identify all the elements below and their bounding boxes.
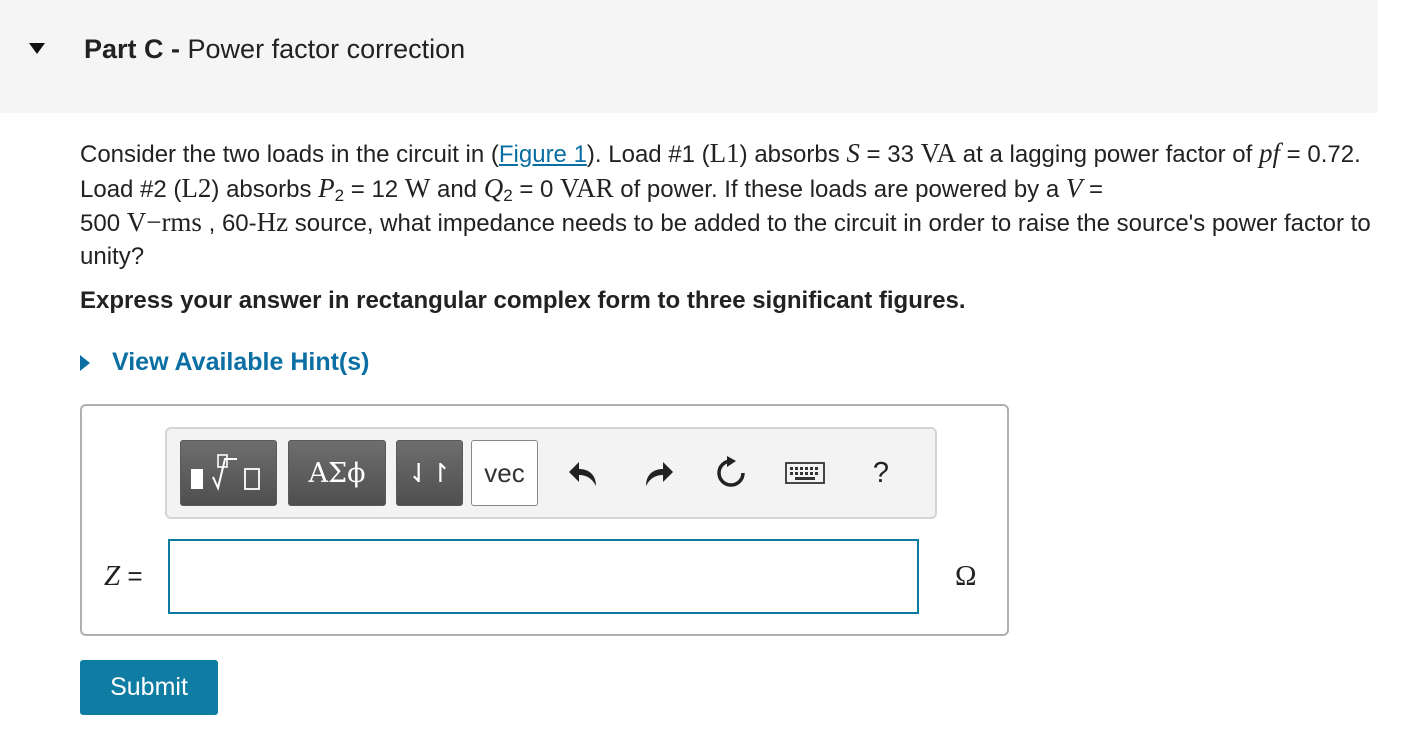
undo-icon[interactable] [564,453,604,493]
problem-text: , 60- [201,210,257,237]
reset-icon[interactable] [711,453,751,493]
keyboard-icon[interactable] [780,453,830,493]
answer-variable-label: Z = [104,560,143,593]
problem-text: at a lagging power factor of [956,141,1259,168]
vector-button[interactable]: vec [471,440,538,506]
problem-text: Consider the two loads in the circuit in… [80,141,499,168]
math-toolbar: ΑΣϕ ⇃↾ vec ? [165,427,937,519]
math-var: VAR [560,172,614,203]
answer-instruction: Express your answer in rectangular compl… [80,287,966,314]
figure-link[interactable]: Figure 1 [499,141,587,168]
math-q: Q [483,172,504,203]
math-s: S [846,138,860,168]
part-separator: - [163,34,188,64]
view-hints-toggle[interactable]: View Available Hint(s) [80,348,369,377]
templates-button[interactable] [180,440,277,506]
problem-text: = 0 [512,175,561,203]
math-w: W [404,172,431,203]
problem-statement: Consider the two loads in the circuit in… [80,137,1380,273]
expand-triangle-icon [80,354,90,371]
submit-button[interactable]: Submit [80,660,218,715]
math-va: VA [920,138,957,168]
help-button[interactable]: ? [861,453,901,493]
equals-sign: = [120,561,143,591]
math-hz: Hz [256,207,289,237]
problem-text: = [1082,175,1104,203]
part-name: Power factor correction [187,34,466,64]
unit-ohm: Ω [955,560,977,592]
collapse-triangle-icon[interactable] [29,43,45,54]
problem-text: = 33 [859,141,921,168]
hint-label: View Available Hint(s) [112,348,370,376]
math-pf: pf [1259,138,1281,168]
greek-symbols-button[interactable]: ΑΣϕ [288,440,386,506]
part-label: Part C [84,34,164,64]
problem-text: of power. If these loads are powered by … [613,175,1066,203]
part-header[interactable]: Part C - Power factor correction [0,0,1378,113]
arrows-button[interactable]: ⇃↾ [396,440,463,506]
math-v: V [1065,172,1083,203]
problem-text: 500 [80,210,127,237]
problem-text: and [430,175,484,203]
math-q-sub: 2 [503,185,513,205]
problem-text: = 12 [344,175,405,203]
problem-text: ) absorbs [739,141,847,168]
redo-icon[interactable] [638,453,678,493]
answer-input[interactable] [168,539,919,614]
math-p-sub: 2 [334,185,345,205]
part-title: Part C - Power factor correction [84,34,465,65]
problem-text: ). Load #1 ( [586,141,710,168]
variable-z: Z [104,560,121,592]
math-l1: L1 [709,138,740,168]
templates-icon [190,454,260,492]
math-vrms: V−rms [126,207,202,237]
math-p: P [318,172,335,203]
problem-text: ) absorbs [211,175,319,203]
math-l2: L2 [181,172,212,203]
